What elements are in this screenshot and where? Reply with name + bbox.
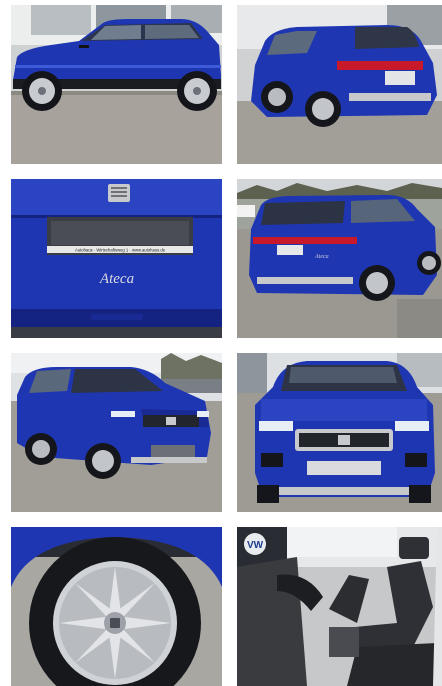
model-badge: Ateca: [99, 271, 134, 287]
seat-logo-icon: [110, 618, 120, 628]
gallery-photo-front[interactable]: [237, 353, 442, 512]
car-rear-photo: [237, 5, 442, 164]
gallery-photo-tailgate-detail[interactable]: Autohaus · Wirtschaftsweg 1 · www.autoha…: [11, 179, 222, 338]
seat-logo-icon: [338, 435, 350, 445]
photo-gallery: Autohaus · Wirtschaftsweg 1 · www.autoha…: [0, 0, 442, 686]
gallery-photo-side-view[interactable]: [11, 5, 222, 164]
gallery-photo-interior[interactable]: VW: [237, 527, 442, 686]
tailgate-photo: Autohaus · Wirtschaftsweg 1 · www.autoha…: [11, 179, 222, 338]
gallery-photo-rear-outdoor[interactable]: Ateca: [237, 179, 442, 338]
plate-frame-text: Autohaus · Wirtschaftsweg 1 · www.autoha…: [75, 248, 166, 253]
gallery-photo-front-three-quarter[interactable]: [11, 353, 222, 512]
wheel-photo: [11, 527, 222, 686]
gallery-photo-wheel-detail[interactable]: [11, 527, 222, 686]
interior-photo: VW: [237, 527, 442, 686]
car-side-photo: [11, 5, 222, 164]
car-front-photo: [237, 353, 442, 512]
model-badge-small: Ateca: [314, 254, 329, 260]
svg-text:VW: VW: [247, 540, 264, 551]
car-front-three-quarter-photo: [11, 353, 222, 512]
car-rear-outdoor-photo: Ateca: [237, 179, 442, 338]
gallery-photo-rear-view[interactable]: [237, 5, 442, 164]
